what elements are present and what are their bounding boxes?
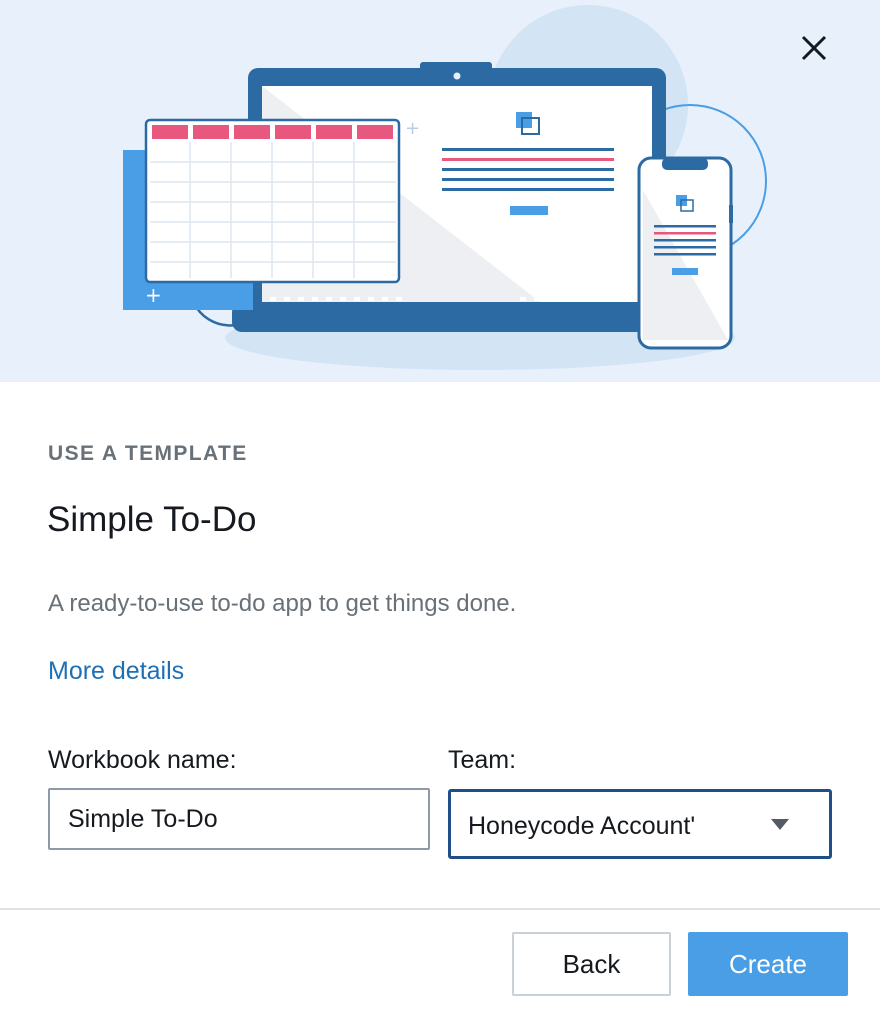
workbook-name-input[interactable] bbox=[48, 788, 430, 850]
dialog-eyebrow: USE A TEMPLATE bbox=[48, 442, 248, 465]
template-illustration: + + bbox=[0, 0, 880, 382]
svg-text:+: + bbox=[145, 283, 162, 307]
footer-divider bbox=[0, 908, 880, 910]
close-button[interactable] bbox=[800, 34, 848, 74]
template-title: Simple To-Do bbox=[47, 500, 257, 539]
team-label: Team: bbox=[448, 746, 517, 774]
svg-text:+: + bbox=[405, 118, 420, 139]
team-select-value: Honeycode Account' bbox=[468, 812, 696, 840]
more-details-link[interactable]: More details bbox=[48, 657, 184, 686]
create-button[interactable]: Create bbox=[688, 932, 848, 996]
template-description: A ready-to-use to-do app to get things d… bbox=[48, 590, 517, 617]
close-icon[interactable] bbox=[800, 34, 828, 62]
devices-illustration: + + bbox=[123, 5, 767, 370]
caret-down-icon bbox=[771, 819, 789, 830]
template-dialog: + + USE A TEMPLATE Simple To-Do A ready-… bbox=[0, 0, 880, 1020]
back-button[interactable]: Back bbox=[512, 932, 671, 996]
team-select[interactable]: Honeycode Account' bbox=[448, 789, 832, 859]
workbook-name-label: Workbook name: bbox=[48, 746, 237, 774]
